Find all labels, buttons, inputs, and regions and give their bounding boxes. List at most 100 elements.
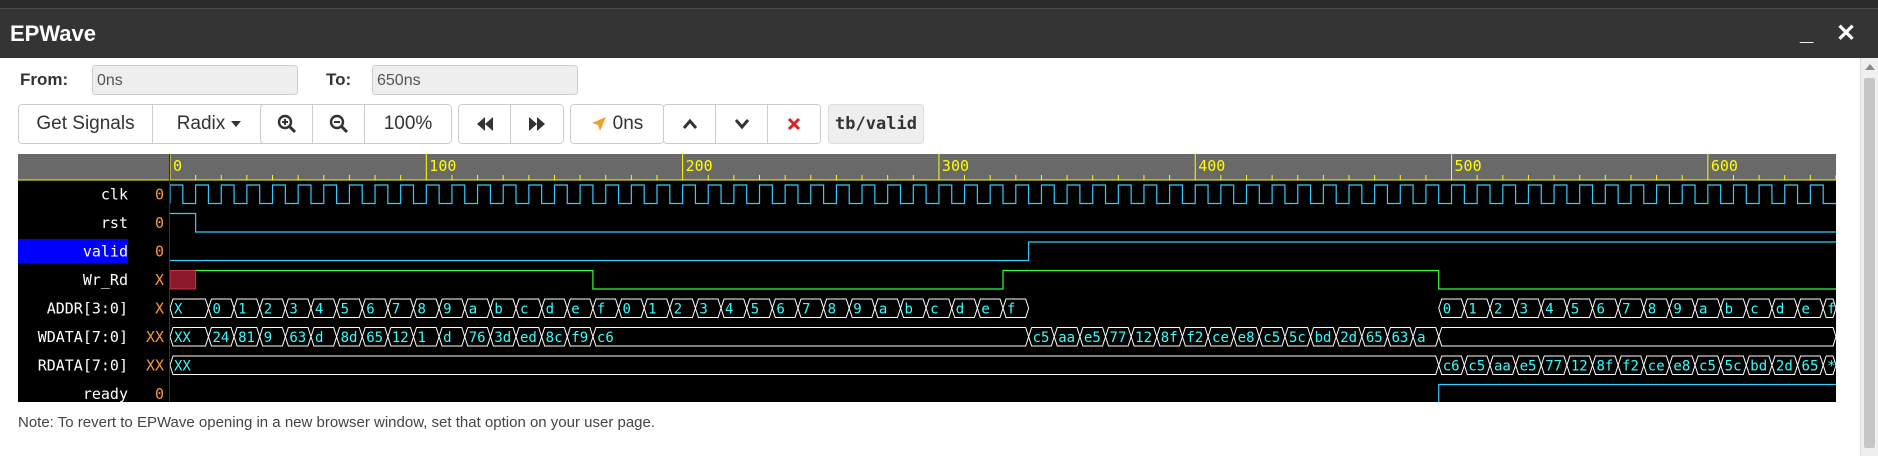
wr-rd-unknown-region <box>169 270 197 290</box>
scroll-thumb[interactable] <box>1864 78 1875 448</box>
bus-value: d <box>956 301 964 317</box>
bus-value: b <box>904 301 912 317</box>
signal-name-2: valid <box>83 242 128 260</box>
bus-value: 9 <box>1673 301 1681 317</box>
scroll-up-icon[interactable] <box>1865 64 1875 70</box>
bus-value: 2 <box>264 301 272 317</box>
bus-value: a <box>1417 330 1425 346</box>
bus-value: c5 <box>1468 358 1485 374</box>
bus-value: 3d <box>494 330 511 346</box>
bus-value: d <box>443 330 451 346</box>
bus-value: c <box>1750 301 1758 317</box>
radix-dropdown[interactable]: Radix <box>153 105 265 143</box>
bus-value: 6 <box>366 301 374 317</box>
signal-value-4: X <box>155 299 164 317</box>
zoom-in-button[interactable] <box>261 105 313 143</box>
zoom-level-button[interactable]: 100% <box>365 105 451 143</box>
bus-value: 8c <box>546 330 563 346</box>
cursor-button-group: 0ns <box>570 104 664 144</box>
bus-value: c5 <box>1699 358 1716 374</box>
bus-value: 65 <box>1366 330 1383 346</box>
get-signals-button[interactable]: Get Signals <box>19 105 153 143</box>
bus-value: 63 <box>289 330 306 346</box>
bus-value: 8 <box>417 301 425 317</box>
zoom-in-icon <box>277 114 296 134</box>
bus-value: 4 <box>315 301 323 317</box>
bus-value: c <box>930 301 938 317</box>
bus-value: 8 <box>828 301 836 317</box>
bus-value: f2 <box>1186 330 1203 346</box>
bus-value: 77 <box>1110 330 1127 346</box>
chevron-up-icon <box>682 118 697 129</box>
signal-name-7: ready <box>83 385 128 402</box>
signal-name-5: WDATA[7:0] <box>38 328 128 346</box>
bus-value: 7 <box>1622 301 1630 317</box>
delete-x-icon <box>787 117 801 131</box>
bus-value: 1 <box>417 330 425 346</box>
bus-value: 0 <box>623 301 631 317</box>
bus-value: d <box>1776 301 1784 317</box>
bus-value: 0 <box>212 301 220 317</box>
bus-value: f2 <box>1622 358 1639 374</box>
bus-value: 5 <box>1571 301 1579 317</box>
title-bar: EPWave _ ✕ <box>0 8 1878 58</box>
bus-value: 81 <box>238 330 255 346</box>
bus-value: * <box>1827 358 1835 374</box>
waveform-viewer[interactable]: 0 100 200 300 400 500 600clk 0rst 0valid 0Wr_Rd XA… <box>18 154 1836 402</box>
zoom-out-button[interactable] <box>313 105 365 143</box>
ruler-label: 200 <box>686 157 713 175</box>
bus-value: 6 <box>776 301 784 317</box>
bus-value: ce <box>1212 330 1229 346</box>
signal-value-6: XX <box>146 356 164 374</box>
bus-value: f <box>1007 301 1015 317</box>
bus-value: a <box>469 301 477 317</box>
bus-value: XX <box>174 358 191 374</box>
bus-value: 8f <box>1597 358 1614 374</box>
bus-value: e <box>981 301 989 317</box>
bus-value: 6 <box>1597 301 1605 317</box>
bus-value: 9 <box>264 330 272 346</box>
vertical-scrollbar[interactable] <box>1860 58 1878 456</box>
remove-signal-button[interactable] <box>768 105 820 143</box>
cursor-time-label: 0ns <box>612 113 644 134</box>
close-icon[interactable]: ✕ <box>1836 19 1856 48</box>
bus-value: 1 <box>1468 301 1476 317</box>
bus-value: 12 <box>1135 330 1152 346</box>
bus-value: 2d <box>1340 330 1357 346</box>
minimize-icon[interactable]: _ <box>1800 19 1813 47</box>
bus-value: 1 <box>648 301 656 317</box>
window-title: EPWave <box>10 21 97 46</box>
bus-value: 5c <box>1289 330 1306 346</box>
bus-value: 2d <box>1776 358 1793 374</box>
bus-value: 2 <box>1494 301 1502 317</box>
bus-value: 5 <box>751 301 759 317</box>
from-input[interactable]: 0ns <box>92 65 298 95</box>
bus-value: bd <box>1750 358 1767 374</box>
move-up-button[interactable] <box>664 105 716 143</box>
bus-value: 8d <box>341 330 358 346</box>
selected-signal-label: tb/valid <box>828 104 924 144</box>
jump-forward-button[interactable] <box>511 105 563 143</box>
timeline-ruler <box>18 154 1836 180</box>
bus-value: 9 <box>443 301 451 317</box>
bus-value: 65 <box>366 330 383 346</box>
chevron-down-icon <box>734 119 749 130</box>
radix-label: Radix <box>176 113 226 134</box>
to-input[interactable]: 650ns <box>372 65 578 95</box>
location-arrow-icon <box>591 117 606 131</box>
move-down-button[interactable] <box>716 105 768 143</box>
bus-value: 3 <box>1520 301 1528 317</box>
bus-value: ed <box>520 330 537 346</box>
bus-value: XX <box>174 330 191 346</box>
cursor-time-button[interactable]: 0ns <box>571 105 663 143</box>
signal-name-3: Wr_Rd <box>83 271 128 289</box>
bus-value: 77 <box>1545 358 1562 374</box>
browser-top-strip <box>0 0 1878 8</box>
signal-value-0: 0 <box>155 185 164 203</box>
backward-icon <box>476 117 493 131</box>
bus-value: e <box>571 301 579 317</box>
jump-back-button[interactable] <box>459 105 511 143</box>
bus-value: c <box>520 301 528 317</box>
signal-name-0: clk <box>101 185 128 203</box>
bus-value: 9 <box>853 301 861 317</box>
